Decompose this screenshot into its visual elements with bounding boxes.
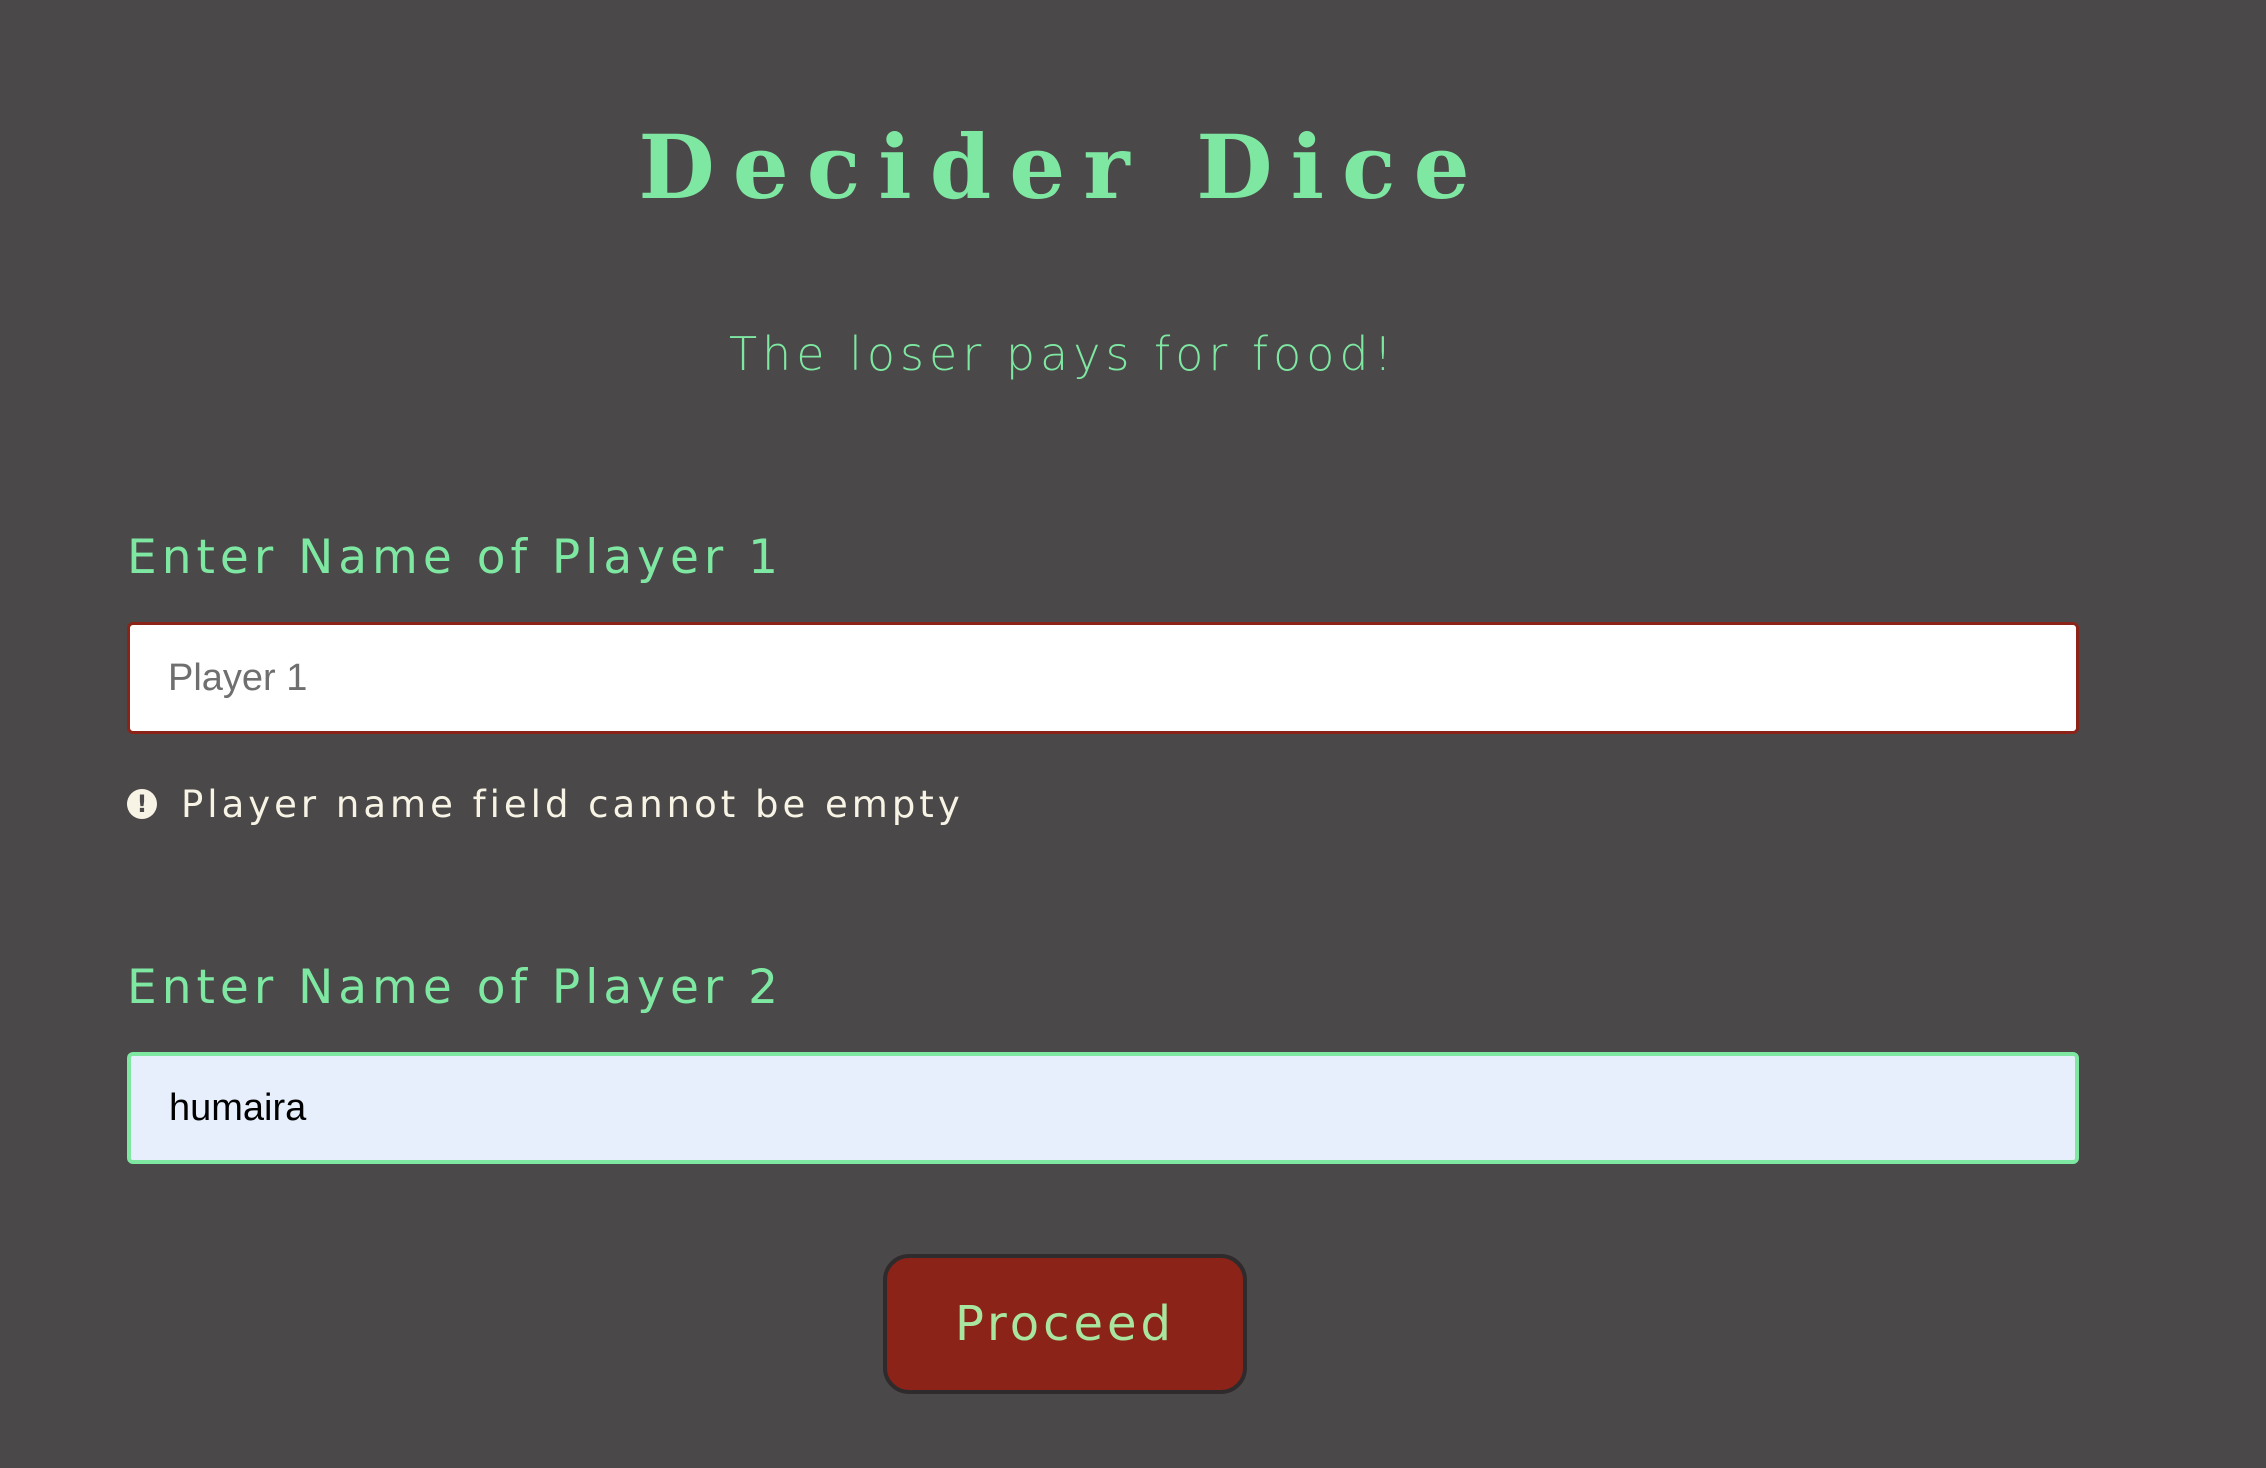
page-title: Decider Dice bbox=[638, 115, 1488, 219]
page-subtitle: The loser pays for food! bbox=[728, 327, 1398, 381]
player2-label: Enter Name of Player 2 bbox=[127, 960, 784, 1015]
player1-label: Enter Name of Player 1 bbox=[127, 530, 784, 585]
error-text: Player name field cannot be empty bbox=[181, 782, 964, 826]
player1-name-input[interactable] bbox=[127, 622, 2079, 734]
player1-error-message: ! Player name field cannot be empty bbox=[127, 774, 964, 834]
proceed-button[interactable]: Proceed bbox=[883, 1254, 1247, 1394]
exclamation-circle-icon: ! bbox=[127, 789, 157, 819]
player2-name-input[interactable] bbox=[127, 1052, 2079, 1164]
